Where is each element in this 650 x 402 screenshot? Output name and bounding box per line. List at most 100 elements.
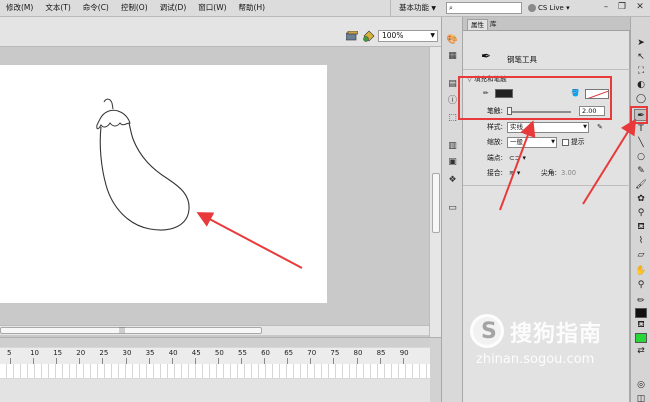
lasso-tool-icon[interactable]: ◯ <box>634 93 648 105</box>
code-snippets-icon[interactable]: ▥ <box>446 141 459 152</box>
horizontal-scroll-thumb[interactable]: ||| <box>0 327 262 334</box>
menu-modify[interactable]: 修改(M) <box>0 2 39 14</box>
stage-area: 100% ▼ ||| <box>0 17 441 337</box>
timeline-header <box>0 338 441 347</box>
ruler-number: 60 <box>261 349 271 357</box>
edit-symbol-icon[interactable] <box>362 30 376 42</box>
tool-header: ✒ 钢笔工具 <box>463 31 630 77</box>
restore-button[interactable]: ❐ <box>614 1 630 14</box>
menu-window[interactable]: 窗口(W) <box>192 2 232 14</box>
tab-properties[interactable]: 属性 <box>467 19 488 30</box>
close-button[interactable]: ✕ <box>632 1 648 14</box>
motion-presets-icon[interactable]: ❖ <box>446 175 459 186</box>
rectangle-tool-icon[interactable]: ○ <box>634 151 648 163</box>
pen-tool-icon: ✒ <box>481 49 492 63</box>
ruler-number: 75 <box>330 349 340 357</box>
ruler-number: 40 <box>168 349 178 357</box>
fill-color-swatch[interactable] <box>635 333 647 343</box>
menu-commands[interactable]: 命令(C) <box>77 2 115 14</box>
ruler-number: 70 <box>307 349 317 357</box>
stroke-color-swatch[interactable] <box>635 308 647 318</box>
ruler-number: 5 <box>7 349 12 357</box>
watermark-url: zhinan.sogou.com <box>476 352 595 367</box>
hint-label: 提示 <box>571 138 585 146</box>
eraser-tool-icon[interactable]: ▱ <box>634 249 648 261</box>
selection-tool-icon[interactable]: ➤ <box>634 37 648 49</box>
horizontal-scrollbar[interactable]: ||| <box>0 325 429 335</box>
ruler-number: 90 <box>399 349 409 357</box>
menu-debug[interactable]: 调试(D) <box>154 2 193 14</box>
tool-options-icon[interactable]: ◫ <box>634 393 648 402</box>
menu-items: 修改(M) 文本(T) 命令(C) 控制(O) 调试(D) 窗口(W) 帮助(H… <box>0 2 271 14</box>
scale-label: 缩放: <box>487 138 503 146</box>
style-value: 实线 <box>510 123 523 131</box>
fill-color-icon: ⛾ <box>637 320 645 330</box>
style-label: 样式: <box>487 123 503 131</box>
bone-tool-icon[interactable]: ⚲ <box>634 207 648 219</box>
eggplant-drawing <box>96 98 190 231</box>
menu-help[interactable]: 帮助(H) <box>233 2 272 14</box>
edit-scene-icon[interactable] <box>346 31 358 41</box>
search-input[interactable]: ⌕ <box>446 2 522 14</box>
join-row: 接合: ≋ ▾ 尖角: 3.00 <box>463 167 630 181</box>
grip-icon: ||| <box>119 327 126 334</box>
ruler-number: 20 <box>76 349 86 357</box>
tool-name: 钢笔工具 <box>507 55 537 64</box>
eyedropper-tool-icon[interactable]: ⌇ <box>634 235 648 247</box>
swatches-panel-icon[interactable]: ▦ <box>446 51 459 62</box>
search-icon: ⌕ <box>449 4 453 12</box>
zoom-select[interactable]: 100% ▼ <box>378 30 438 42</box>
stage-canvas[interactable] <box>0 65 327 303</box>
join-label: 接合: <box>487 169 503 177</box>
library-panel-icon[interactable]: ▭ <box>446 203 459 214</box>
watermark-logo: S <box>470 314 504 348</box>
workspace-switcher[interactable]: 基本功能 ▼ <box>390 0 444 17</box>
chevron-down-icon: ▼ <box>551 139 555 145</box>
style-select[interactable]: 实线 ▼ <box>507 122 589 133</box>
zoom-value: 100% <box>382 31 404 40</box>
edit-stroke-style-icon[interactable]: ✎ <box>597 121 603 133</box>
minimize-button[interactable]: – <box>598 1 614 14</box>
miter-value[interactable]: 3.00 <box>561 167 576 179</box>
3d-rotation-tool-icon[interactable]: ◐ <box>634 79 648 91</box>
text-tool-icon[interactable]: T <box>634 123 648 135</box>
ruler-number: 85 <box>376 349 386 357</box>
ruler-number: 80 <box>353 349 363 357</box>
style-row: 样式: 实线 ▼ ✎ <box>463 121 630 135</box>
scale-select[interactable]: 一般 ▼ <box>507 137 557 148</box>
ruler-number: 25 <box>99 349 109 357</box>
vertical-scrollbar[interactable] <box>429 47 441 337</box>
timeline-frames[interactable] <box>0 364 430 378</box>
vertical-scroll-thumb[interactable] <box>432 173 440 233</box>
subselection-tool-icon[interactable]: ↖ <box>634 51 648 63</box>
free-transform-tool-icon[interactable]: ⛶ <box>634 65 648 77</box>
ruler-number: 50 <box>214 349 224 357</box>
hand-tool-icon[interactable]: ✋ <box>634 265 648 277</box>
watermark: S 搜狗指南 zhinan.sogou.com <box>470 310 630 370</box>
join-select[interactable]: ≋ ▾ <box>509 167 520 179</box>
cap-select[interactable]: ⊂⊃ ▾ <box>509 152 526 164</box>
deco-tool-icon[interactable]: ✿ <box>634 193 648 205</box>
paint-bucket-tool-icon[interactable]: ⛾ <box>634 221 648 233</box>
annotation-box-pen-tool <box>630 106 648 124</box>
workspace-label: 基本功能 <box>398 3 429 12</box>
swap-colors-icon[interactable]: ⇄ <box>634 345 648 357</box>
brush-tool-icon[interactable]: 🖌 <box>634 179 648 191</box>
chevron-down-icon: ▼ <box>431 5 436 12</box>
ruler-number: 10 <box>30 349 40 357</box>
components-panel-icon[interactable]: ▣ <box>446 157 459 168</box>
snap-to-objects-icon[interactable]: ◎ <box>634 379 648 391</box>
color-panel-icon[interactable]: 🎨 <box>446 35 459 46</box>
cs-live-button[interactable]: CS Live ▾ <box>528 2 570 14</box>
scale-row: 缩放: 一般 ▼ 提示 <box>463 136 630 150</box>
hint-checkbox[interactable] <box>562 139 569 146</box>
zoom-tool-icon[interactable]: ⚲ <box>634 279 648 291</box>
menu-control[interactable]: 控制(O) <box>115 2 154 14</box>
timeline-layers-area <box>0 379 430 402</box>
line-tool-icon[interactable]: ╲ <box>634 137 648 149</box>
timeline-scrollbar[interactable] <box>430 338 441 402</box>
menu-text[interactable]: 文本(T) <box>39 2 76 14</box>
timeline-ruler[interactable]: 5 10 15 20 25 30 35 40 45 50 55 60 65 70 75 80 85 90 <box>0 348 430 364</box>
pencil-tool-icon[interactable]: ✎ <box>634 165 648 177</box>
tab-library[interactable]: 库 <box>487 19 500 30</box>
